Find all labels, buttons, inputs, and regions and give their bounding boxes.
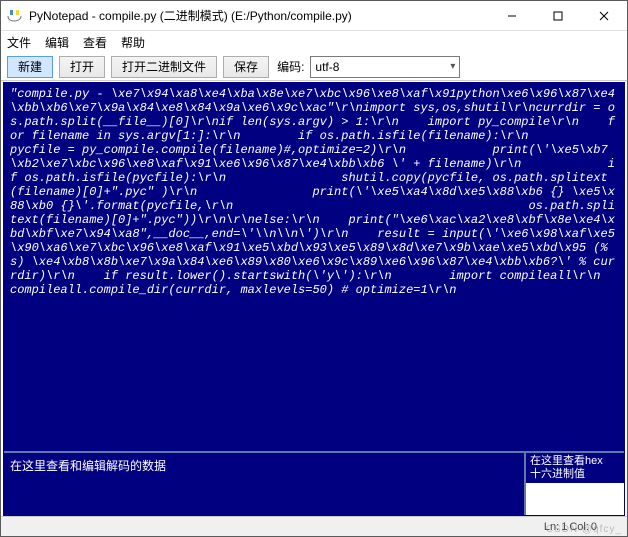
status-col-label: Col:: [569, 521, 589, 533]
app-icon: [7, 8, 23, 24]
content-area: "compile.py - \xe7\x94\xa8\xe4\xba\x8e\x…: [3, 82, 625, 516]
status-ln-value: 1: [561, 521, 567, 533]
menu-file[interactable]: 文件: [7, 34, 31, 51]
hex-body[interactable]: [526, 483, 624, 515]
encoding-value: utf-8: [315, 60, 339, 74]
menubar: 文件 编辑 查看 帮助: [1, 31, 627, 53]
save-button[interactable]: 保存: [223, 56, 269, 78]
chevron-down-icon: ▾: [450, 61, 455, 72]
bottom-panes: 在这里查看和编辑解码的数据 在这里查看hex 十六进制值: [4, 451, 624, 515]
menu-view[interactable]: 查看: [83, 34, 107, 51]
open-button[interactable]: 打开: [59, 56, 105, 78]
statusbar: Ln: 1 Col: 0: [1, 516, 627, 536]
minimize-button[interactable]: [489, 1, 535, 31]
titlebar: PyNotepad - compile.py (二进制模式) (E:/Pytho…: [1, 1, 627, 31]
open-binary-button[interactable]: 打开二进制文件: [111, 56, 217, 78]
text-editor[interactable]: "compile.py - \xe7\x94\xa8\xe4\xba\x8e\x…: [4, 83, 624, 451]
toolbar: 新建 打开 打开二进制文件 保存 编码: utf-8 ▾: [1, 53, 627, 81]
menu-help[interactable]: 帮助: [121, 34, 145, 51]
decode-pane[interactable]: 在这里查看和编辑解码的数据: [4, 453, 524, 515]
close-button[interactable]: [581, 1, 627, 31]
menu-edit[interactable]: 编辑: [45, 34, 69, 51]
hex-header: 在这里查看hex 十六进制值: [526, 453, 624, 483]
status-ln-label: Ln:: [544, 521, 559, 533]
window-title: PyNotepad - compile.py (二进制模式) (E:/Pytho…: [29, 7, 489, 24]
new-button[interactable]: 新建: [7, 56, 53, 78]
encoding-select[interactable]: utf-8 ▾: [310, 56, 460, 78]
hex-pane: 在这里查看hex 十六进制值: [524, 453, 624, 515]
hex-line1: 在这里查看hex: [530, 455, 620, 468]
status-col-value: 0: [591, 521, 597, 533]
encoding-label: 编码:: [277, 58, 304, 75]
hex-line2: 十六进制值: [530, 468, 620, 481]
maximize-button[interactable]: [535, 1, 581, 31]
